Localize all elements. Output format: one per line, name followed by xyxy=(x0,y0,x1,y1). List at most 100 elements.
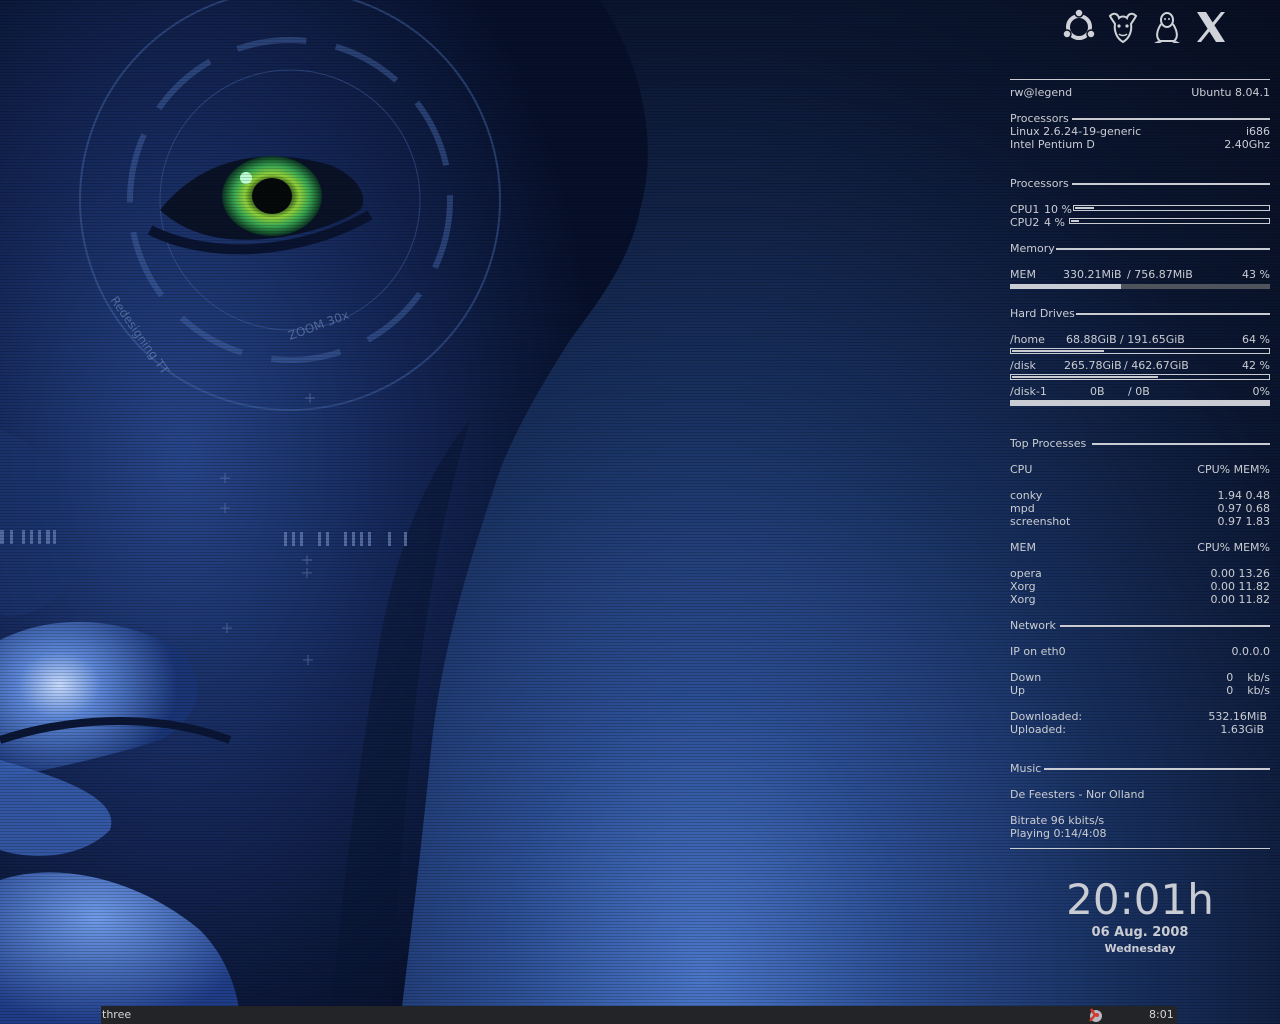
cpu2-bar xyxy=(1069,218,1270,224)
ip-row: IP on eth0 0.0.0.0 xyxy=(1010,645,1270,658)
process-stats: 1.94 0.48 xyxy=(1217,489,1270,502)
downloaded-row: Downloaded: 532.16MiB xyxy=(1010,710,1270,723)
process-row: opera 0.00 13.26 xyxy=(1010,567,1270,580)
section-title: Hard Drives xyxy=(1010,307,1075,320)
cpu1-bar-fill xyxy=(1075,207,1095,209)
process-name: Xorg xyxy=(1010,580,1036,593)
app-tray-icon[interactable] xyxy=(1087,1007,1103,1023)
drive-used: 0B xyxy=(1090,385,1105,398)
process-name: conky xyxy=(1010,489,1043,502)
section-title: Network xyxy=(1010,619,1056,632)
top-cpu-title: CPU xyxy=(1010,463,1033,476)
top-cpu-cols: CPU% MEM% xyxy=(1197,463,1270,476)
clock-day: Wednesday xyxy=(1104,942,1176,955)
clock-time: 20:01h xyxy=(1066,875,1214,924)
uploaded-value: 1.63GiB xyxy=(1220,723,1264,736)
process-name: opera xyxy=(1010,567,1042,580)
section-network: Network xyxy=(1010,619,1270,632)
drive-disk-bar xyxy=(1010,374,1270,380)
ip-value: 0.0.0.0 xyxy=(1231,645,1270,658)
drive-percent: 64 % xyxy=(1242,333,1270,346)
top-cpu-header: CPU CPU% MEM% xyxy=(1010,463,1270,476)
process-row: mpd 0.97 0.68 xyxy=(1010,502,1270,515)
process-stats: 0.00 11.82 xyxy=(1210,580,1270,593)
drive-disk1-bar xyxy=(1010,400,1270,406)
mem-row: MEM 330.21MiB / 756.87MiB 43 % xyxy=(1010,268,1270,281)
uploaded-row: Uploaded: 1.63GiB xyxy=(1010,723,1270,736)
drive-total: / 191.65GiB xyxy=(1120,333,1185,346)
process-stats: 0.97 1.83 xyxy=(1217,515,1270,528)
drive-home-row: /home 68.88GiB / 191.65GiB 64 % xyxy=(1010,333,1270,346)
cpu2-value: 4 % xyxy=(1044,216,1065,229)
drive-used: 265.78GiB xyxy=(1064,359,1122,372)
process-name: mpd xyxy=(1010,502,1035,515)
process-row: screenshot 0.97 1.83 xyxy=(1010,515,1270,528)
section-title: Music xyxy=(1010,762,1042,775)
drive-total: / 0B xyxy=(1128,385,1150,398)
mem-used: 330.21MiB xyxy=(1063,268,1122,281)
cpu-speed: 2.40Ghz xyxy=(1224,138,1270,151)
playing-row: Playing 0:14/4:08 xyxy=(1010,827,1270,840)
downloaded-label: Downloaded: xyxy=(1010,710,1083,723)
cpu2-label: CPU2 xyxy=(1010,216,1040,229)
drive-disk1-row: /disk-1 0B / 0B 0% xyxy=(1010,385,1270,398)
cpu2-bar-fill xyxy=(1071,220,1079,222)
mem-bar-fill xyxy=(1010,284,1121,289)
drive-home-bar xyxy=(1010,348,1270,354)
divider xyxy=(1010,848,1270,849)
gnu-head-icon[interactable] xyxy=(1104,8,1142,46)
workspace-label[interactable]: three xyxy=(102,1008,131,1021)
downloaded-value: 532.16MiB xyxy=(1208,710,1267,723)
cpu-model-row: Intel Pentium D 2.40Ghz xyxy=(1010,138,1270,151)
down-label: Down xyxy=(1010,671,1042,684)
section-drives: Hard Drives xyxy=(1010,307,1270,320)
section-title: Processors xyxy=(1010,177,1069,190)
section-title: Memory xyxy=(1010,242,1055,255)
down-value: 0 kb/s xyxy=(1226,671,1270,684)
section-memory: Memory xyxy=(1010,242,1270,255)
top-mem-cols: CPU% MEM% xyxy=(1197,541,1270,554)
mem-total: / 756.87MiB xyxy=(1127,268,1193,281)
clock-date: 06 Aug. 2008 xyxy=(1091,925,1189,940)
kernel: Linux 2.6.24-19-generic xyxy=(1010,125,1142,138)
section-system: Processors xyxy=(1010,112,1270,125)
ubuntu-logo-icon[interactable] xyxy=(1060,8,1098,46)
track-title: De Feesters - Nor Olland xyxy=(1010,788,1145,801)
section-title: Processors xyxy=(1010,112,1069,125)
taskbar-clock[interactable]: 8:01 xyxy=(1149,1008,1174,1021)
cpu1-label: CPU1 xyxy=(1010,203,1040,216)
x-window-system-icon[interactable] xyxy=(1192,8,1230,46)
up-label: Up xyxy=(1010,684,1026,697)
bitrate: Bitrate 96 kbits/s xyxy=(1010,814,1105,827)
drive-mount: /home xyxy=(1010,333,1045,346)
divider xyxy=(1010,79,1270,80)
drive-mount: /disk-1 xyxy=(1010,385,1047,398)
user-host-row: rw@legend Ubuntu 8.04.1 xyxy=(1010,86,1270,99)
drive-used: 68.88GiB xyxy=(1066,333,1117,346)
drive-disk-row: /disk 265.78GiB / 462.67GiB 42 % xyxy=(1010,359,1270,372)
bitrate-row: Bitrate 96 kbits/s xyxy=(1010,814,1270,827)
process-row: Xorg 0.00 11.82 xyxy=(1010,580,1270,593)
process-row: Xorg 0.00 11.82 xyxy=(1010,593,1270,606)
drive-disk-bar-fill xyxy=(1012,376,1158,378)
drive-percent: 42 % xyxy=(1242,359,1270,372)
top-icons xyxy=(1058,8,1238,48)
mem-label: MEM xyxy=(1010,268,1036,281)
arch: i686 xyxy=(1245,125,1270,138)
taskbar: three 8:01 xyxy=(101,1006,1177,1024)
tux-penguin-icon[interactable] xyxy=(1148,8,1186,46)
up-value: 0 kb/s xyxy=(1226,684,1270,697)
process-row: conky 1.94 0.48 xyxy=(1010,489,1270,502)
uploaded-label: Uploaded: xyxy=(1010,723,1066,736)
drive-percent: 0% xyxy=(1252,385,1270,398)
mem-bar xyxy=(1010,284,1270,289)
drive-mount: /disk xyxy=(1010,359,1036,372)
cpu-model: Intel Pentium D xyxy=(1010,138,1095,151)
section-processors: Processors xyxy=(1010,177,1270,190)
process-stats: 0.00 11.82 xyxy=(1210,593,1270,606)
process-name: screenshot xyxy=(1010,515,1071,528)
down-row: Down 0 kb/s xyxy=(1010,671,1270,684)
playing-progress: Playing 0:14/4:08 xyxy=(1010,827,1107,840)
mem-percent: 43 % xyxy=(1242,268,1270,281)
section-title: Top Processes xyxy=(1010,437,1087,450)
